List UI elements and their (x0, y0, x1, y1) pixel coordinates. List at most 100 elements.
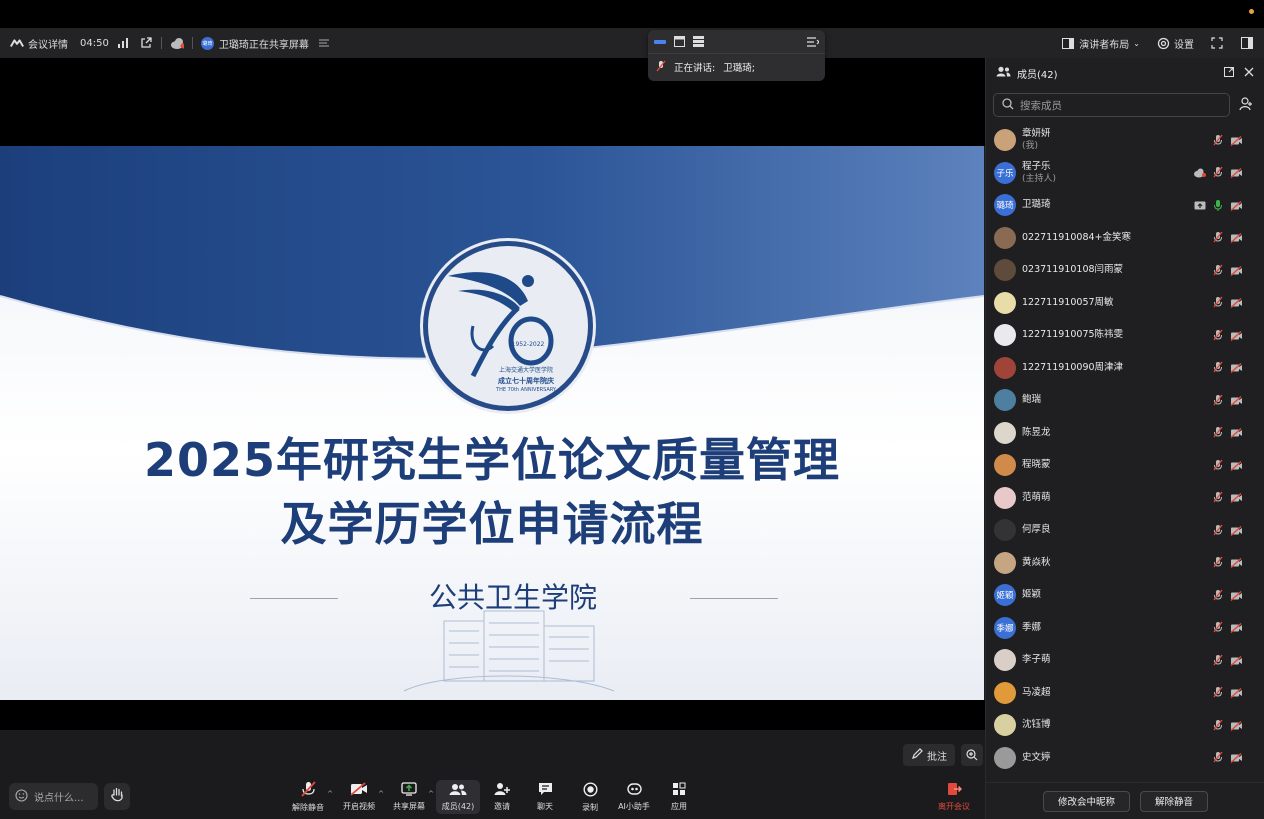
rename-button[interactable]: 修改会中昵称 (1042, 790, 1130, 812)
mic-muted-icon[interactable] (1213, 618, 1223, 637)
record-button[interactable]: 录制 (568, 780, 612, 814)
mic-muted-icon[interactable] (1213, 586, 1223, 605)
member-row[interactable]: 沈钰博 (986, 709, 1264, 742)
camera-off-icon[interactable] (1230, 748, 1243, 767)
share-screen-button[interactable]: 共享屏幕 ^ (387, 780, 434, 814)
member-row[interactable]: 022711910084+金笑寒 (986, 222, 1264, 255)
apps-button[interactable]: 应用 (657, 780, 701, 814)
camera-off-icon[interactable] (1230, 228, 1243, 247)
member-search-input[interactable]: 搜索成员 (993, 93, 1230, 117)
mic-muted-icon[interactable] (1213, 521, 1223, 540)
member-row[interactable]: 范萌萌 (986, 482, 1264, 515)
chat-button[interactable]: 聊天 (523, 780, 567, 814)
members-button[interactable]: 成员(42) (436, 780, 480, 814)
camera-off-icon[interactable] (1230, 586, 1243, 605)
quick-comment-input[interactable]: 说点什么... (9, 783, 98, 810)
mic-muted-icon[interactable] (1213, 488, 1223, 507)
unmute-all-button[interactable]: 解除静音 (1140, 790, 1209, 812)
member-row[interactable]: 季娜 季娜 (986, 612, 1264, 645)
member-row[interactable]: 陈昱龙 (986, 417, 1264, 450)
mic-muted-icon[interactable] (1213, 651, 1223, 670)
mic-on-icon[interactable] (1213, 196, 1223, 215)
mic-muted-icon[interactable] (1213, 748, 1223, 767)
signal-icon[interactable] (117, 36, 131, 50)
member-row[interactable]: 何厚良 (986, 514, 1264, 547)
camera-off-icon[interactable] (1230, 456, 1243, 475)
member-row[interactable]: 122711910057周敏 (986, 287, 1264, 320)
camera-off-icon[interactable] (1230, 521, 1243, 540)
camera-off-icon[interactable] (1230, 196, 1243, 215)
collapse-panel-icon[interactable] (807, 32, 820, 51)
layout-menu[interactable]: 演讲者布局 ⌄ (1061, 36, 1140, 51)
add-member-button[interactable] (1235, 93, 1257, 117)
mic-muted-icon[interactable] (1213, 228, 1223, 247)
camera-off-icon[interactable] (1230, 261, 1243, 280)
camera-off-icon[interactable] (1230, 163, 1243, 182)
chevron-up-icon[interactable]: ^ (327, 790, 333, 798)
camera-off-icon[interactable] (1230, 683, 1243, 702)
emoji-icon (15, 788, 28, 805)
unmute-button[interactable]: 解除静音 ^ (286, 780, 333, 814)
camera-off-icon[interactable] (1230, 293, 1243, 312)
mic-muted-icon[interactable] (1213, 131, 1223, 150)
member-row[interactable]: 122711910075陈祎雯 (986, 319, 1264, 352)
video-button[interactable]: 开启视频 ^ (337, 780, 384, 814)
zoom-button[interactable] (961, 744, 983, 766)
member-row[interactable]: 李子萌 (986, 644, 1264, 677)
mic-muted-icon[interactable] (1213, 293, 1223, 312)
chevron-up-icon[interactable]: ^ (378, 790, 384, 798)
annotate-button[interactable]: 批注 (903, 744, 955, 766)
camera-off-icon[interactable] (1230, 131, 1243, 150)
chevron-up-icon[interactable]: ^ (428, 790, 434, 798)
member-row[interactable]: 璐琦 卫璐琦 (986, 189, 1264, 222)
mic-muted-icon[interactable] (1213, 716, 1223, 735)
camera-off-icon[interactable] (1230, 716, 1243, 735)
view-minimal-button[interactable] (654, 39, 666, 44)
ai-assistant-button[interactable]: AI小助手 (612, 780, 656, 814)
member-row[interactable]: 122711910090周津津 (986, 352, 1264, 385)
member-row[interactable]: 子乐 程子乐 (主持人) (986, 157, 1264, 190)
member-name: 何厚良 (1022, 524, 1051, 536)
meeting-info-link[interactable]: 会议详情 (28, 36, 68, 51)
share-options-icon[interactable] (317, 36, 331, 50)
mic-muted-icon[interactable] (1213, 358, 1223, 377)
mic-muted-icon[interactable] (1213, 261, 1223, 280)
mic-muted-icon[interactable] (1213, 456, 1223, 475)
member-row[interactable]: 史文婷 (986, 742, 1264, 775)
settings-button[interactable]: 设置 (1156, 36, 1194, 51)
camera-off-icon[interactable] (1230, 618, 1243, 637)
mic-muted-icon[interactable] (1213, 163, 1223, 182)
member-row[interactable]: 章妍妍 (我) (986, 124, 1264, 157)
close-icon[interactable] (1244, 67, 1254, 80)
cloud-record-icon[interactable] (170, 36, 184, 50)
member-row[interactable]: 姬颖 姬颖 (986, 579, 1264, 612)
camera-off-icon[interactable] (1230, 553, 1243, 572)
view-window-icon[interactable] (674, 32, 685, 51)
member-row[interactable]: 程晓蒙 (986, 449, 1264, 482)
leave-meeting-button[interactable]: 离开会议 (932, 780, 976, 814)
view-list-icon[interactable] (693, 32, 704, 51)
camera-off-icon[interactable] (1230, 391, 1243, 410)
mic-muted-icon[interactable] (1213, 553, 1223, 572)
member-row[interactable]: 黄焱秋 (986, 547, 1264, 580)
camera-off-icon[interactable] (1230, 651, 1243, 670)
camera-off-icon[interactable] (1230, 358, 1243, 377)
invite-button[interactable]: 邀请 (480, 780, 524, 814)
sidebar-toggle-icon[interactable] (1240, 36, 1254, 50)
camera-off-icon[interactable] (1230, 488, 1243, 507)
member-row[interactable]: 鲍瑞 (986, 384, 1264, 417)
camera-off-icon[interactable] (1230, 326, 1243, 345)
member-row[interactable]: 马凌超 (986, 677, 1264, 710)
mic-muted-icon[interactable] (1213, 423, 1223, 442)
chat-icon (538, 782, 553, 798)
popout-icon[interactable] (139, 36, 153, 50)
mic-muted-icon[interactable] (1213, 391, 1223, 410)
camera-off-icon[interactable] (1230, 423, 1243, 442)
system-strip (0, 0, 1264, 28)
fullscreen-icon[interactable] (1210, 36, 1224, 50)
raise-hand-button[interactable] (104, 783, 130, 810)
mic-muted-icon[interactable] (1213, 326, 1223, 345)
mic-muted-icon[interactable] (1213, 683, 1223, 702)
popout-icon[interactable] (1224, 66, 1234, 80)
member-row[interactable]: 023711910108闫雨蒙 (986, 254, 1264, 287)
